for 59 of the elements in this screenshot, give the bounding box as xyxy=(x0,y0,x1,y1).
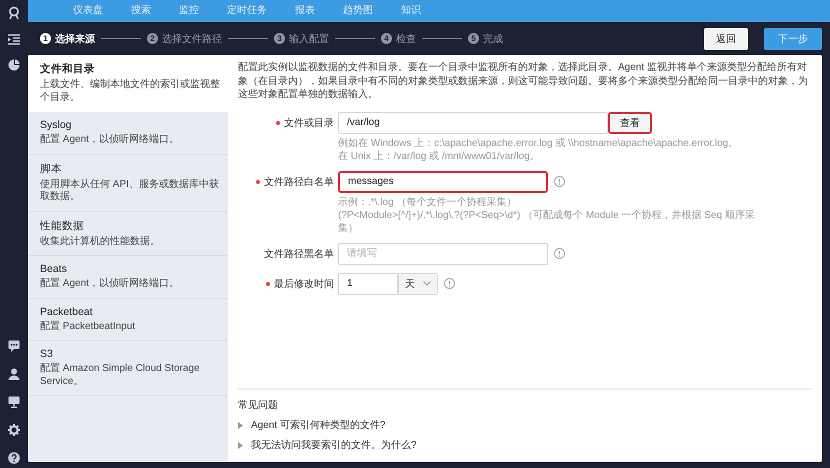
source-title: 性能数据 xyxy=(40,218,85,232)
source-description: 配置 Agent，以侦听网络端口。 xyxy=(40,134,180,146)
step-label: 选择来源 xyxy=(55,32,95,46)
caret-icon xyxy=(423,281,431,286)
source-title: Packetbeat xyxy=(40,306,94,318)
unit-select[interactable]: 天 xyxy=(398,272,438,294)
step-number: 1 xyxy=(40,33,51,44)
source-description: 配置 PacketbeatInput xyxy=(40,320,136,333)
source-description: 使用脚本从任何 API、服务或数据库中获取数据。 xyxy=(40,178,220,204)
source-description: 配置 Agent，以侦听网络端口。 xyxy=(40,278,180,290)
step-label: 选择文件路径 xyxy=(162,32,222,46)
source-title: 文件和目录 xyxy=(40,62,96,76)
hint-text: 在 Unix 上：/var/log 或 /mnt/www01/var/log。 xyxy=(338,150,541,162)
source-title: Syslog xyxy=(40,119,73,131)
source-item[interactable]: Packetbeat 配置 PacketbeatInput xyxy=(28,298,228,341)
browse-button[interactable]: 查看 xyxy=(608,112,652,134)
menu-icon[interactable] xyxy=(8,34,20,45)
field-label: 文件或目录 xyxy=(284,116,334,130)
source-title: 脚本 xyxy=(40,162,63,176)
input-field[interactable]: /var/log xyxy=(338,112,608,134)
source-item[interactable]: Syslog 配置 Agent，以侦听网络端口。 xyxy=(28,112,228,154)
pie-chart-icon[interactable] xyxy=(8,59,20,71)
monitor-icon[interactable] xyxy=(8,396,20,408)
description-text: 配置此实例以监视数据的文件和目录。要在一个目录中监视所有的对象，选择此目录。Agent 监视并将单个来源类型分配给所有对象（在目录内），如果目录中有不同的对象类型或数据来源，则这可能导致问题。要将多个来源类型分配给同一目录中的对象，为这些对象配置单独的数据输入。 xyxy=(238,61,809,102)
logo-icon xyxy=(7,6,21,20)
faq-link[interactable]: 我无法访问我要索引的文件。为什么? xyxy=(251,438,417,452)
source-item[interactable]: 性能数据 收集此计算机的性能数据。 xyxy=(28,212,228,256)
source-description: 配置 Amazon Simple Cloud Storage Service。 xyxy=(40,363,201,388)
chat-icon[interactable] xyxy=(8,340,20,352)
source-item[interactable]: Beats 配置 Agent，以侦听网络端口。 xyxy=(28,256,228,298)
step-number: 4 xyxy=(381,33,392,44)
source-item[interactable]: S3 配置 Amazon Simple Cloud Storage Service。 xyxy=(28,341,228,396)
source-item[interactable]: 文件和目录 上载文件、编制本地文件的索引或监视整个目录。 xyxy=(28,55,228,112)
hint-text: 示例：.*\.log （每个文件一个协程采集） xyxy=(338,196,518,208)
input-field[interactable]: messages xyxy=(338,170,548,192)
field-label: 文件路径黑名单 xyxy=(264,248,334,260)
field-label: 文件路径白名单 xyxy=(264,176,334,188)
source-item[interactable]: 脚本 使用脚本从任何 API、服务或数据库中获取数据。 xyxy=(28,154,228,212)
input-field[interactable]: 请填写 xyxy=(338,242,548,264)
step-label: 输入配置 xyxy=(289,32,329,46)
field-label: 最后修改时间 xyxy=(274,278,334,290)
back-button[interactable]: 返回 xyxy=(704,28,748,50)
step-label: 检查 xyxy=(396,32,416,46)
source-description: 收集此计算机的性能数据。 xyxy=(40,236,161,248)
source-description: 上载文件、编制本地文件的索引或监视整个目录。 xyxy=(40,79,220,104)
hint-text: 例如在 Windows 上：c:\apache\apache.error.log 或 \\hostname\apache\apache.error.log。 xyxy=(338,136,740,150)
source-title: Beats xyxy=(40,263,68,275)
step-number: 2 xyxy=(147,33,158,44)
step-number: 3 xyxy=(274,33,285,44)
user-icon[interactable] xyxy=(8,368,20,380)
faq-link[interactable]: Agent 可索引何种类型的文件? xyxy=(251,418,386,432)
step-label: 完成 xyxy=(483,32,503,46)
faq-heading: 常见问题 xyxy=(238,398,279,412)
hint-text: (?P<Module>[^/]+)/.*\.log\.?(?P<Seq>\d*) （可配成每个 Module 一个协程，并根据 Seq 顺序采集） xyxy=(338,208,756,234)
source-title: S3 xyxy=(40,348,54,360)
input-field[interactable]: 1 xyxy=(338,272,398,294)
settings-icon[interactable] xyxy=(8,424,20,436)
step-number: 5 xyxy=(468,33,479,44)
help-icon[interactable] xyxy=(8,452,20,464)
